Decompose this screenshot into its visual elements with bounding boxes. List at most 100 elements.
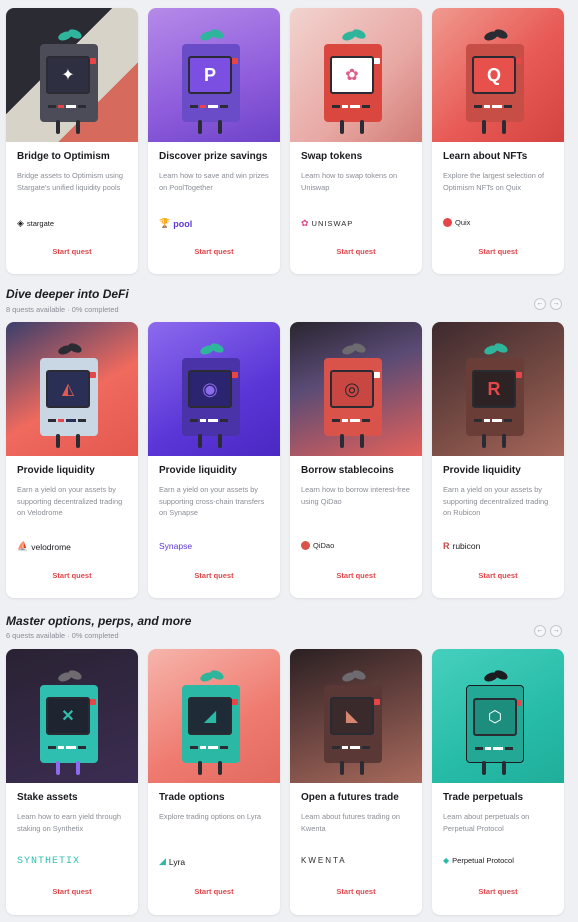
partner-name: stargate <box>26 219 55 228</box>
trophy-icon: 🏆 <box>159 218 171 228</box>
quest-card-qidao[interactable]: ◎ Borrow stablecoins Learn how to borrow… <box>290 322 422 598</box>
robot-illustration: ✿ <box>324 27 386 134</box>
quest-art: ✿ <box>290 8 422 142</box>
partner-logo: Synapse <box>159 541 192 551</box>
quest-title: Provide liquidity <box>443 465 521 476</box>
carousel-next-button[interactable]: → <box>550 625 562 637</box>
start-quest-link[interactable]: Start quest <box>290 247 422 256</box>
partner-logo: KWENTA <box>301 856 347 865</box>
quest-description: Bridge assets to Optimism using Stargate… <box>17 171 123 192</box>
start-quest-link[interactable]: Start quest <box>290 887 422 896</box>
carousel-controls: ← → <box>534 625 562 637</box>
quest-description: Learn about futures trading on Kwenta <box>301 812 401 833</box>
quest-description: Earn a yield on your assets by supportin… <box>443 485 549 517</box>
robot-illustration: P <box>182 27 244 134</box>
robot-illustration: ◣ <box>324 668 386 775</box>
start-quest-link[interactable]: Start quest <box>6 887 138 896</box>
quests-page: ✦ Bridge to Optimism Bridge assets to Op… <box>0 0 578 922</box>
partner-name: pool <box>173 218 193 229</box>
robot-illustration: ✦ <box>40 27 102 134</box>
protocol-logo-icon: ◉ <box>188 370 232 408</box>
unicorn-icon: ✿ <box>301 218 309 228</box>
robot-illustration: ◢ <box>182 668 244 775</box>
lyra-icon: ◢ <box>159 856 166 866</box>
start-quest-link[interactable]: Start quest <box>148 571 280 580</box>
quest-description: Explore trading options on Lyra <box>159 812 262 821</box>
quest-card-synapse[interactable]: ◉ Provide liquidity Earn a yield on your… <box>148 322 280 598</box>
carousel-prev-button[interactable]: ← <box>534 625 546 637</box>
quest-card-perpetual[interactable]: ⬡ Trade perpetuals Learn about perpetual… <box>432 649 564 915</box>
perpetual-icon: ◆ <box>443 856 450 865</box>
robot-illustration: ◉ <box>182 341 244 448</box>
quest-title: Borrow stablecoins <box>301 465 394 476</box>
partner-name: Lyra <box>168 856 186 867</box>
partner-logo: 🏆 pool <box>159 218 192 229</box>
partner-name: SYNTHETIX <box>17 856 81 867</box>
start-quest-link[interactable]: Start quest <box>290 571 422 580</box>
start-quest-link[interactable]: Start quest <box>432 247 564 256</box>
quest-title: Bridge to Optimism <box>17 151 110 162</box>
quest-art: ⬡ <box>432 649 564 783</box>
quest-description: Learn how to borrow interest-free using … <box>301 485 410 506</box>
partner-logo: ◢ Lyra <box>159 856 185 867</box>
robot-illustration: ◭ <box>40 341 102 448</box>
protocol-logo-icon: ⬡ <box>473 698 517 736</box>
start-quest-link[interactable]: Start quest <box>148 247 280 256</box>
quest-description: Earn a yield on your assets by supportin… <box>17 485 123 517</box>
partner-logo: ◈ stargate <box>17 218 54 229</box>
rubicon-icon: R <box>443 541 450 551</box>
quest-art: ◉ <box>148 322 280 456</box>
protocol-logo-icon: R <box>472 370 516 408</box>
quest-card-rubicon[interactable]: R Provide liquidity Earn a yield on your… <box>432 322 564 598</box>
protocol-logo-icon: ✿ <box>330 56 374 94</box>
quest-title: Learn about NFTs <box>443 151 528 162</box>
robot-illustration: ◎ <box>324 341 386 448</box>
quest-description: Earn a yield on your assets by supportin… <box>159 485 265 517</box>
section-title: Dive deeper into DeFi <box>6 287 129 301</box>
quest-card-bridge[interactable]: ✦ Bridge to Optimism Bridge assets to Op… <box>6 8 138 274</box>
quest-card-quix[interactable]: Q Learn about NFTs Explore the largest s… <box>432 8 564 274</box>
quest-art: ◭ <box>6 322 138 456</box>
quest-title: Open a futures trade <box>301 792 399 803</box>
protocol-logo-icon: Q <box>472 56 516 94</box>
quest-card-lyra[interactable]: ◢ Trade options Explore trading options … <box>148 649 280 915</box>
partner-name: Quix <box>455 218 471 227</box>
partner-logo: ✿ UNISWAP <box>301 218 353 229</box>
stargate-icon: ◈ <box>17 218 24 228</box>
quest-title: Stake assets <box>17 792 78 803</box>
section-progress: 8 quests available · 0% completed <box>6 305 119 314</box>
partner-logo: Quix <box>443 218 470 227</box>
start-quest-link[interactable]: Start quest <box>6 247 138 256</box>
robot-illustration: R <box>466 341 528 448</box>
quest-card-synthetix[interactable]: ✕ Stake assets Learn how to earn yield t… <box>6 649 138 915</box>
quest-description: Learn about perpetuals on Perpetual Prot… <box>443 812 530 833</box>
quest-card-pooltogether[interactable]: P Discover prize savings Learn how to sa… <box>148 8 280 274</box>
start-quest-link[interactable]: Start quest <box>432 887 564 896</box>
quest-description: Learn how to swap tokens on Uniswap <box>301 171 398 192</box>
quest-art: ◢ <box>148 649 280 783</box>
robot-illustration: Q <box>466 27 528 134</box>
quest-description: Learn how to save and win prizes on Pool… <box>159 171 269 192</box>
section-title: Master options, perps, and more <box>6 614 192 628</box>
quest-card-uniswap[interactable]: ✿ Swap tokens Learn how to swap tokens o… <box>290 8 422 274</box>
start-quest-link[interactable]: Start quest <box>432 571 564 580</box>
quest-art: ✕ <box>6 649 138 783</box>
start-quest-link[interactable]: Start quest <box>6 571 138 580</box>
carousel-controls: ← → <box>534 298 562 310</box>
quest-card-velodrome[interactable]: ◭ Provide liquidity Earn a yield on your… <box>6 322 138 598</box>
carousel-prev-button[interactable]: ← <box>534 298 546 310</box>
velodrome-icon: ⛵ <box>17 541 29 551</box>
carousel-next-button[interactable]: → <box>550 298 562 310</box>
quest-art: ◎ <box>290 322 422 456</box>
partner-logo: Rrubicon <box>443 541 480 551</box>
start-quest-link[interactable]: Start quest <box>148 887 280 896</box>
quest-title: Provide liquidity <box>17 465 95 476</box>
section-progress: 6 quests available · 0% completed <box>6 631 119 640</box>
robot-illustration: ✕ <box>40 668 102 775</box>
partner-logo: ⛵ velodrome <box>17 541 71 552</box>
quest-card-kwenta[interactable]: ◣ Open a futures trade Learn about futur… <box>290 649 422 915</box>
partner-name: QiDao <box>313 541 335 550</box>
quest-title: Swap tokens <box>301 151 363 162</box>
partner-name: Perpetual Protocol <box>452 856 514 865</box>
quest-art: R <box>432 322 564 456</box>
